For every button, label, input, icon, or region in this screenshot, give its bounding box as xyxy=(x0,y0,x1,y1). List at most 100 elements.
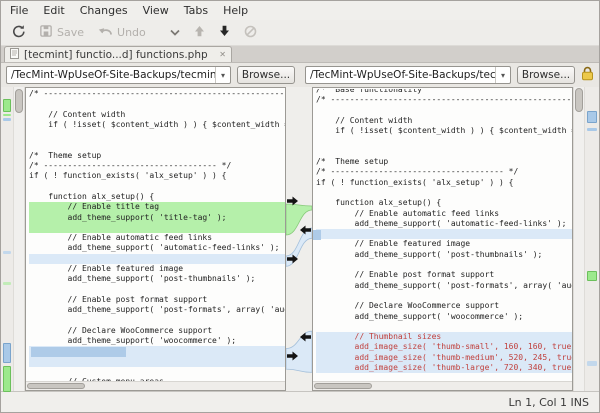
map-marker-changed xyxy=(3,343,11,363)
scrollbar-thumb[interactable] xyxy=(27,383,85,389)
code-line: // Thumbnail sizes xyxy=(316,332,572,343)
menu-file[interactable]: File xyxy=(10,4,28,17)
push-left-button[interactable] xyxy=(299,332,312,342)
right-code: /* Base functionality/* ----------------… xyxy=(316,89,572,381)
save-label: Save xyxy=(57,26,85,39)
tab-close-icon[interactable]: ✕ xyxy=(219,50,226,59)
refresh-button[interactable] xyxy=(7,22,29,43)
code-line xyxy=(29,253,285,265)
push-right-button[interactable] xyxy=(286,351,299,361)
right-file-combobox[interactable]: /TecMint-WpUseOf-Site-Backups/tecmint ▾ xyxy=(305,66,511,84)
refresh-icon xyxy=(11,24,25,41)
push-right-button[interactable] xyxy=(286,196,299,206)
right-diff-map[interactable] xyxy=(585,87,599,391)
code-line: add_theme_support( 'automatic-feed-links… xyxy=(316,218,567,228)
undo-label: Undo xyxy=(117,26,146,39)
code-line: // Declare WooCommerce support xyxy=(316,301,500,311)
map-marker-added xyxy=(3,366,11,392)
statusbar: Ln 1, Col 1 INS xyxy=(1,391,599,412)
save-icon xyxy=(39,24,53,41)
code-line: /* -------------------------------------… xyxy=(29,89,285,98)
menu-view[interactable]: View xyxy=(143,4,169,17)
code-line: add_theme_support( 'woocommerce' ); xyxy=(29,336,237,346)
comparison-tab[interactable]: [tecmint] functio...d] functions.php ✕ xyxy=(4,46,232,62)
file-diff-icon xyxy=(10,47,19,62)
menu-edit[interactable]: Edit xyxy=(43,4,64,17)
tabbar: [tecmint] functio...d] functions.php ✕ xyxy=(1,46,599,63)
menu-tabs[interactable]: Tabs xyxy=(184,4,208,17)
code-line: // Enable featured image xyxy=(316,239,471,249)
left-code: /* -------------------------------------… xyxy=(29,89,285,381)
left-browse-button[interactable]: Browse... xyxy=(237,66,295,84)
arrow-down-icon xyxy=(219,25,230,40)
code-line xyxy=(29,356,285,368)
left-file-path: /TecMint-WpUseOf-Site-Backups/tecmint xyxy=(11,69,215,81)
save-button[interactable]: Save xyxy=(35,22,88,43)
left-diff-map[interactable] xyxy=(1,87,13,392)
code-line: add_image_size( 'thumb-large', 720, 340,… xyxy=(316,363,572,374)
code-line: add_theme_support( 'post-thumbnails' ); xyxy=(29,274,256,284)
right-editor-pane[interactable]: /* Base functionality/* ----------------… xyxy=(312,87,573,391)
map-marker-changed xyxy=(587,111,597,123)
menu-changes[interactable]: Changes xyxy=(80,4,128,17)
menu-help[interactable]: Help xyxy=(223,4,248,17)
right-file-path: /TecMint-WpUseOf-Site-Backups/tecmint xyxy=(310,69,495,81)
left-editor-pane[interactable]: /* -------------------------------------… xyxy=(25,87,286,391)
code-line: if ( !isset( $content_width ) ) { $conte… xyxy=(48,119,285,129)
code-line: if ( ! function_exists( 'alx_setup' ) ) … xyxy=(316,177,514,187)
lock-icon[interactable] xyxy=(581,66,594,85)
scrollbar-thumb[interactable] xyxy=(314,383,372,389)
code-line xyxy=(316,229,572,240)
map-marker-added xyxy=(3,282,11,285)
map-marker-added xyxy=(3,99,11,112)
scrollbar-thumb[interactable] xyxy=(15,89,23,113)
code-line: add_theme_support( 'post-formats', array… xyxy=(354,280,572,290)
code-line: // Enable title tag xyxy=(29,202,285,213)
push-left-button[interactable] xyxy=(299,225,312,235)
map-marker-added xyxy=(3,114,11,116)
right-browse-button[interactable]: Browse... xyxy=(517,66,575,84)
cursor-position: Ln 1, Col 1 INS xyxy=(508,395,589,409)
code-line: add_theme_support( 'post-thumbnails' ); xyxy=(316,249,543,259)
undo-icon xyxy=(98,25,113,40)
no-sign-icon xyxy=(244,25,257,41)
right-vertical-scrollbar[interactable] xyxy=(573,87,585,391)
arrow-up-icon xyxy=(194,25,205,40)
code-line: add_image_size( 'thumb-small', 160, 160,… xyxy=(316,342,572,353)
code-line: /* Theme setup xyxy=(29,150,102,160)
scrollbar-thumb[interactable] xyxy=(575,88,583,112)
stop-button[interactable] xyxy=(240,23,261,43)
previous-change-button[interactable] xyxy=(190,23,209,42)
code-line: /* Theme setup xyxy=(316,157,389,167)
code-line: add_theme_support( 'automatic-feed-links… xyxy=(29,243,280,253)
next-change-button[interactable] xyxy=(215,23,234,42)
left-vertical-scrollbar[interactable] xyxy=(13,87,25,391)
save-options-button[interactable] xyxy=(166,24,184,41)
diff-connectors xyxy=(286,203,312,373)
push-right-button[interactable] xyxy=(286,254,299,264)
merge-gutter xyxy=(286,87,312,391)
left-file-combobox[interactable]: /TecMint-WpUseOf-Site-Backups/tecmint ▾ xyxy=(6,66,231,84)
combobox-arrow-icon[interactable]: ▾ xyxy=(495,67,510,83)
combobox-arrow-icon[interactable]: ▾ xyxy=(215,67,230,83)
code-line: /* ------------------------------------ … xyxy=(316,167,519,177)
code-line: // Enable automatic feed links xyxy=(316,208,500,218)
code-line: add_theme_support( 'post-formats', array… xyxy=(67,305,285,315)
file-header-row: /TecMint-WpUseOf-Site-Backups/tecmint ▾ … xyxy=(1,63,599,87)
right-horizontal-scrollbar[interactable] xyxy=(313,381,572,390)
code-line: add_theme_support( 'title-tag' ); xyxy=(29,212,285,223)
map-marker-changed xyxy=(3,118,11,121)
code-line: // Enable automatic feed links xyxy=(29,233,213,243)
undo-button[interactable]: Undo xyxy=(94,23,150,42)
toolbar: Save Undo xyxy=(1,20,599,46)
left-horizontal-scrollbar[interactable] xyxy=(26,381,285,390)
